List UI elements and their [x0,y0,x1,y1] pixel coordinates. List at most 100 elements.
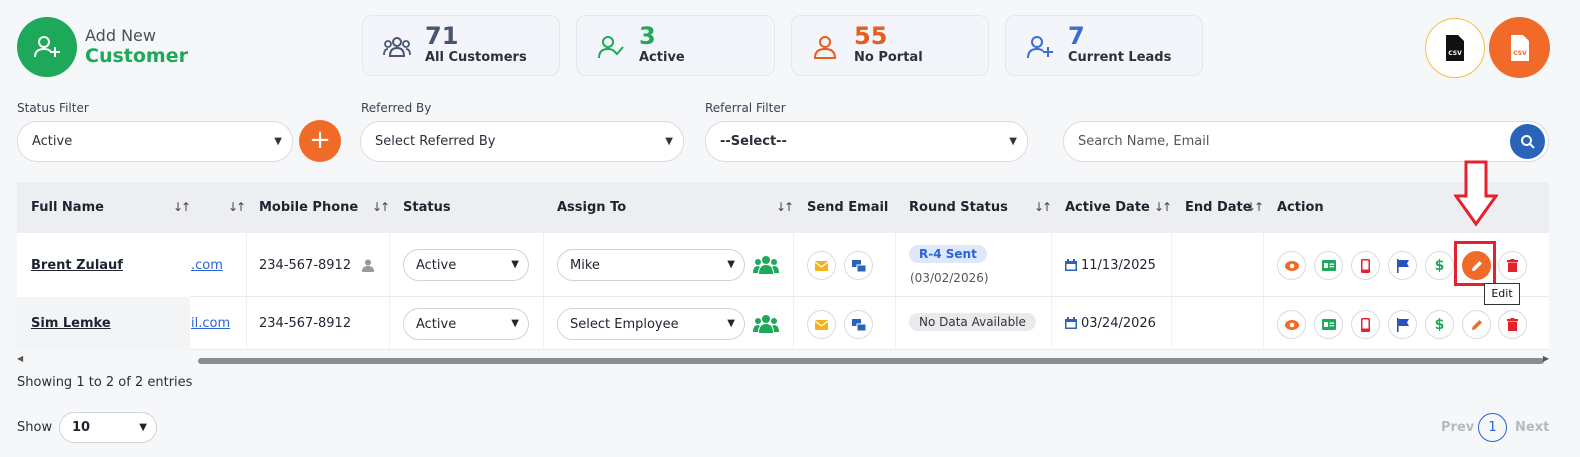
scroll-left-icon[interactable]: ◀ [17,354,23,363]
trash-icon [1507,318,1518,331]
add-filter-button[interactable]: + [299,120,341,162]
mobile-phone: 234-567-8912 [259,316,352,331]
horizontal-scrollbar[interactable]: ◀ ▶ [17,354,1549,366]
search-icon [1520,134,1535,149]
payment-button[interactable]: $ [1425,310,1454,339]
users-icon[interactable] [753,314,779,334]
col-mobile-phone[interactable]: Mobile Phone [259,200,358,215]
email-list-icon [851,259,866,272]
flag-button[interactable] [1388,310,1417,339]
caret-down-icon: ▼ [511,259,519,270]
plus-icon: + [309,125,331,155]
referred-by-label: Referred By [361,101,432,115]
scrollbar-thumb[interactable] [198,358,1544,364]
customer-name-link[interactable]: Sim Lemke [31,316,111,331]
sort-icon[interactable]: ↓↑ [1154,200,1172,214]
stat-current-leads[interactable]: 7 Current Leads [1005,15,1203,76]
active-date: 11/13/2025 [1081,258,1156,273]
flag-button[interactable] [1388,251,1417,280]
svg-text:CSV: CSV [1448,50,1462,57]
referral-filter-select[interactable]: --Select-- ▼ [705,121,1028,162]
status-filter-value: Active [32,134,73,149]
status-value: Active [416,258,457,273]
send-bulk-email-button[interactable] [844,251,873,280]
sort-icon[interactable]: ↓↑ [173,200,191,214]
round-status-badge: No Data Available [909,313,1036,331]
referred-by-select[interactable]: Select Referred By ▼ [360,121,684,162]
stat-value: 7 [1068,22,1085,50]
customer-name-link[interactable]: Brent Zulauf [31,258,123,273]
mobile-button[interactable] [1351,251,1380,280]
col-full-name[interactable]: Full Name [31,200,104,215]
email-list-icon [851,318,866,331]
status-value: Active [416,317,457,332]
delete-button[interactable] [1498,310,1527,339]
sort-icon[interactable]: ↓↑ [1246,200,1264,214]
export-csv-button[interactable]: CSV [1425,18,1485,78]
col-end-date[interactable]: End Date [1185,200,1252,215]
mobile-phone: 234-567-8912 [259,258,352,273]
stat-value: 71 [425,22,459,50]
search-placeholder: Search Name, Email [1078,134,1210,149]
page-size-value: 10 [72,420,91,435]
svg-text:CSV: CSV [1513,50,1527,57]
send-bulk-email-button[interactable] [844,310,873,339]
import-csv-button[interactable]: CSV [1489,17,1550,78]
active-date: 03/24/2026 [1081,316,1156,331]
assign-to-select[interactable]: Mike ▼ [557,249,745,281]
caret-down-icon: ▼ [665,136,673,147]
search-input[interactable]: Search Name, Email [1063,121,1549,162]
entries-info: Showing 1 to 2 of 2 entries [17,375,193,390]
user-plus-icon [1027,36,1053,59]
view-button[interactable] [1277,251,1306,280]
sort-icon[interactable]: ↓↑ [1034,200,1052,214]
edit-button[interactable] [1462,310,1491,339]
view-button[interactable] [1277,310,1306,339]
dollar-icon: $ [1434,257,1445,274]
page-size-select[interactable]: 10 ▼ [59,412,157,443]
flag-icon [1396,317,1409,332]
customer-label: Customer [85,45,188,67]
csv-file-icon: CSV [1446,35,1464,61]
contact-card-button[interactable] [1314,251,1343,280]
send-email-button[interactable] [807,251,836,280]
contact-card-button[interactable] [1314,310,1343,339]
caret-down-icon: ▼ [727,318,735,329]
eye-icon [1284,319,1299,330]
assign-to-select[interactable]: Select Employee ▼ [557,308,745,340]
stat-all-customers[interactable]: 71 All Customers [362,15,560,76]
status-select[interactable]: Active ▼ [403,308,529,340]
status-select[interactable]: Active ▼ [403,249,529,281]
delete-button[interactable] [1498,251,1527,280]
next-page-button[interactable]: Next [1515,420,1549,435]
calendar-icon [1065,259,1077,271]
customer-email-link[interactable]: il.com [191,316,230,331]
assign-to-value: Select Employee [570,317,679,332]
send-email-button[interactable] [807,310,836,339]
round-status-date: (03/02/2026) [910,271,989,285]
add-customer-button[interactable] [17,17,77,77]
search-button[interactable] [1510,124,1545,159]
scroll-right-icon[interactable]: ▶ [1543,354,1549,363]
customers-table: Full Name ↓↑ ↓↑ Mobile Phone ↓↑ Status A… [17,182,1549,350]
status-filter-select[interactable]: Active ▼ [17,121,293,162]
page-1-button[interactable]: 1 [1478,413,1507,442]
calendar-icon [1065,317,1077,329]
stat-active[interactable]: 3 Active [576,15,775,76]
payment-button[interactable]: $ [1425,251,1454,280]
sort-icon[interactable]: ↓↑ [372,200,390,214]
col-active-date[interactable]: Active Date [1065,200,1150,215]
sort-icon[interactable]: ↓↑ [776,200,794,214]
table-row: Brent Zulauf .com 234-567-8912 Active ▼ … [17,233,1549,297]
stat-no-portal[interactable]: 55 No Portal [791,15,989,76]
prev-page-button[interactable]: Prev [1441,420,1474,435]
edit-tooltip: Edit [1484,283,1520,305]
stat-value: 55 [854,22,888,50]
caret-down-icon: ▼ [727,259,735,270]
customer-email-link[interactable]: .com [191,258,223,273]
col-assign-to[interactable]: Assign To [557,200,626,215]
sort-icon[interactable]: ↓↑ [228,200,246,214]
users-icon[interactable] [753,255,779,275]
mobile-button[interactable] [1351,310,1380,339]
col-round-status[interactable]: Round Status [909,200,1008,215]
